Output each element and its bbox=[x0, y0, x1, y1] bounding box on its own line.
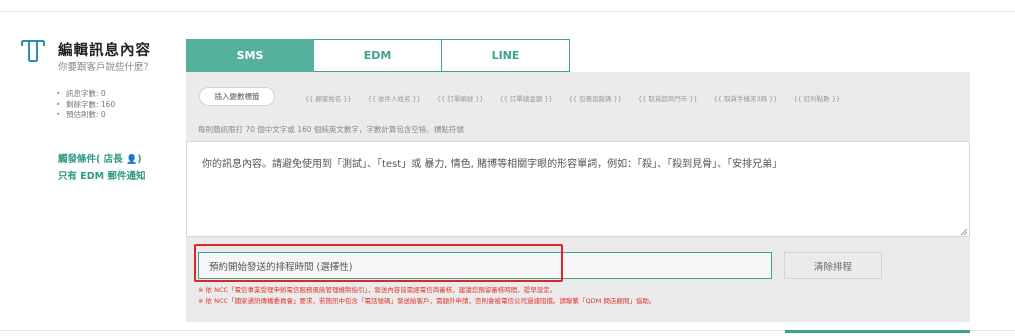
variable-tag[interactable]: {{ 取貨手機末3碼 }} bbox=[714, 93, 778, 103]
insert-variable-button[interactable]: 插入變數標籤 bbox=[199, 87, 275, 106]
variable-tag[interactable]: {{ 紅利點數 }} bbox=[793, 93, 840, 103]
char-limit-hint: 每則簡訊限打 70 個中文字或 160 個純英文數字，字數計算包含空格、標點符號 bbox=[198, 125, 464, 134]
trigger-label: 觸發條件( 店長 bbox=[58, 154, 126, 165]
channel-tabs: SMS EDM LINE bbox=[186, 39, 570, 72]
variable-tag[interactable]: {{ 訂單總金額 }} bbox=[500, 93, 553, 103]
tab-sms[interactable]: SMS bbox=[186, 39, 314, 72]
message-stats: 訊息字數: 0 剩餘字數: 160 預估則數: 0 bbox=[56, 89, 115, 121]
variable-tag[interactable]: {{ 顧客姓名 }} bbox=[305, 93, 352, 103]
person-icon: 👤 bbox=[125, 155, 138, 165]
text-t-icon bbox=[21, 40, 45, 62]
trigger-condition[interactable]: 觸發條件( 店長 👤) bbox=[58, 151, 142, 165]
trigger-close: ) bbox=[137, 154, 142, 165]
section-subtitle: 你要跟客戶說些什麼？ bbox=[58, 62, 154, 73]
ncc-note-review: ※ 依 NCC「電信事業受理申辦電信服務風險管理機制指引」，發送內容皆需經電信商… bbox=[198, 286, 557, 294]
variable-tag[interactable]: {{ 訂單編號 }} bbox=[437, 93, 484, 103]
tab-line[interactable]: LINE bbox=[442, 39, 570, 72]
variable-tag[interactable]: {{ 取貨超商門市 }} bbox=[638, 93, 698, 103]
stat-estimate: 預估則數: 0 bbox=[56, 110, 115, 121]
variable-tag[interactable]: {{ 收件人姓名 }} bbox=[368, 93, 421, 103]
stat-char-count: 訊息字數: 0 bbox=[56, 89, 115, 100]
variable-tag-list: {{ 顧客姓名 }} {{ 收件人姓名 }} {{ 訂單編號 }} {{ 訂單總… bbox=[305, 93, 856, 103]
variable-tag[interactable]: {{ 包裹追蹤碼 }} bbox=[569, 93, 622, 103]
section-title: 編輯訊息內容 bbox=[58, 43, 151, 59]
resize-grip-icon[interactable] bbox=[960, 228, 968, 236]
sms-editor-panel: 插入變數標籤 {{ 顧客姓名 }} {{ 收件人姓名 }} {{ 訂單編號 }}… bbox=[186, 72, 970, 322]
top-divider bbox=[0, 11, 1015, 12]
tab-edm[interactable]: EDM bbox=[314, 39, 442, 72]
stat-remaining: 剩餘字數: 160 bbox=[56, 100, 115, 111]
schedule-time-input[interactable]: 預約開始發送的排程時間 (選擇性) bbox=[198, 252, 772, 279]
ncc-note-phone: ※ 依 NCC「國家通訊傳播委員會」要求，若簡訊中包含「電話號碼」發送給客戶，需… bbox=[198, 297, 656, 305]
clear-schedule-button[interactable]: 清除排程 bbox=[784, 252, 882, 279]
message-textarea[interactable]: 你的訊息內容。請避免使用到「測試」、「test」或 暴力, 情色, 賭博等相關字… bbox=[186, 141, 970, 237]
bottom-accent-bar bbox=[785, 330, 970, 333]
edm-only-note: 只有 EDM 郵件通知 bbox=[58, 171, 146, 182]
